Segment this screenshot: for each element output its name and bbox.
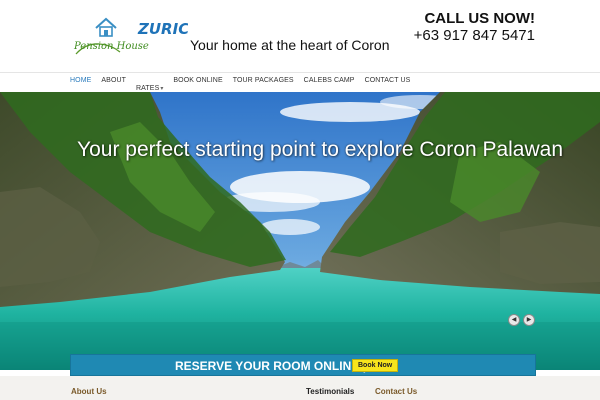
logo-word-zuric: ZURIC [137,20,188,38]
contact-us-heading: Contact Us [375,387,418,396]
call-us-heading: CALL US NOW! [424,10,535,27]
footer-section: About Us Testimonials Contact Us [0,376,600,400]
site-header: ZURIC Pension House Your home at the hea… [0,0,600,72]
zuric-logo-icon: ZURIC Pension House [73,17,188,55]
main-nav: HOME ABOUT RATES▾ BOOK ONLINE TOUR PACKA… [0,72,600,92]
book-now-button[interactable]: Book Now [352,359,399,372]
hero-lagoon-image [0,92,600,370]
slider-next-button[interactable]: ▶ [523,314,535,326]
site-tagline: Your home at the heart of Coron [190,37,390,53]
hero-slider: Your perfect starting point to explore C… [0,92,600,370]
reserve-label: RESERVE YOUR ROOM ONLINE | [175,359,366,373]
about-us-heading: About Us [71,387,107,396]
chevron-right-icon: ▶ [526,317,532,323]
hero-headline: Your perfect starting point to explore C… [77,138,564,161]
nav-item-rates[interactable]: RATES [136,85,159,92]
slider-prev-button[interactable]: ◀ [508,314,520,326]
testimonials-heading: Testimonials [306,387,355,396]
chevron-left-icon: ◀ [511,317,517,323]
logo-word-script: Pension House [73,41,149,52]
site-logo[interactable]: ZURIC Pension House [70,8,188,64]
phone-number[interactable]: +63 917 847 5471 [414,27,535,44]
reserve-bar: RESERVE YOUR ROOM ONLINE | Book Now [70,354,536,376]
